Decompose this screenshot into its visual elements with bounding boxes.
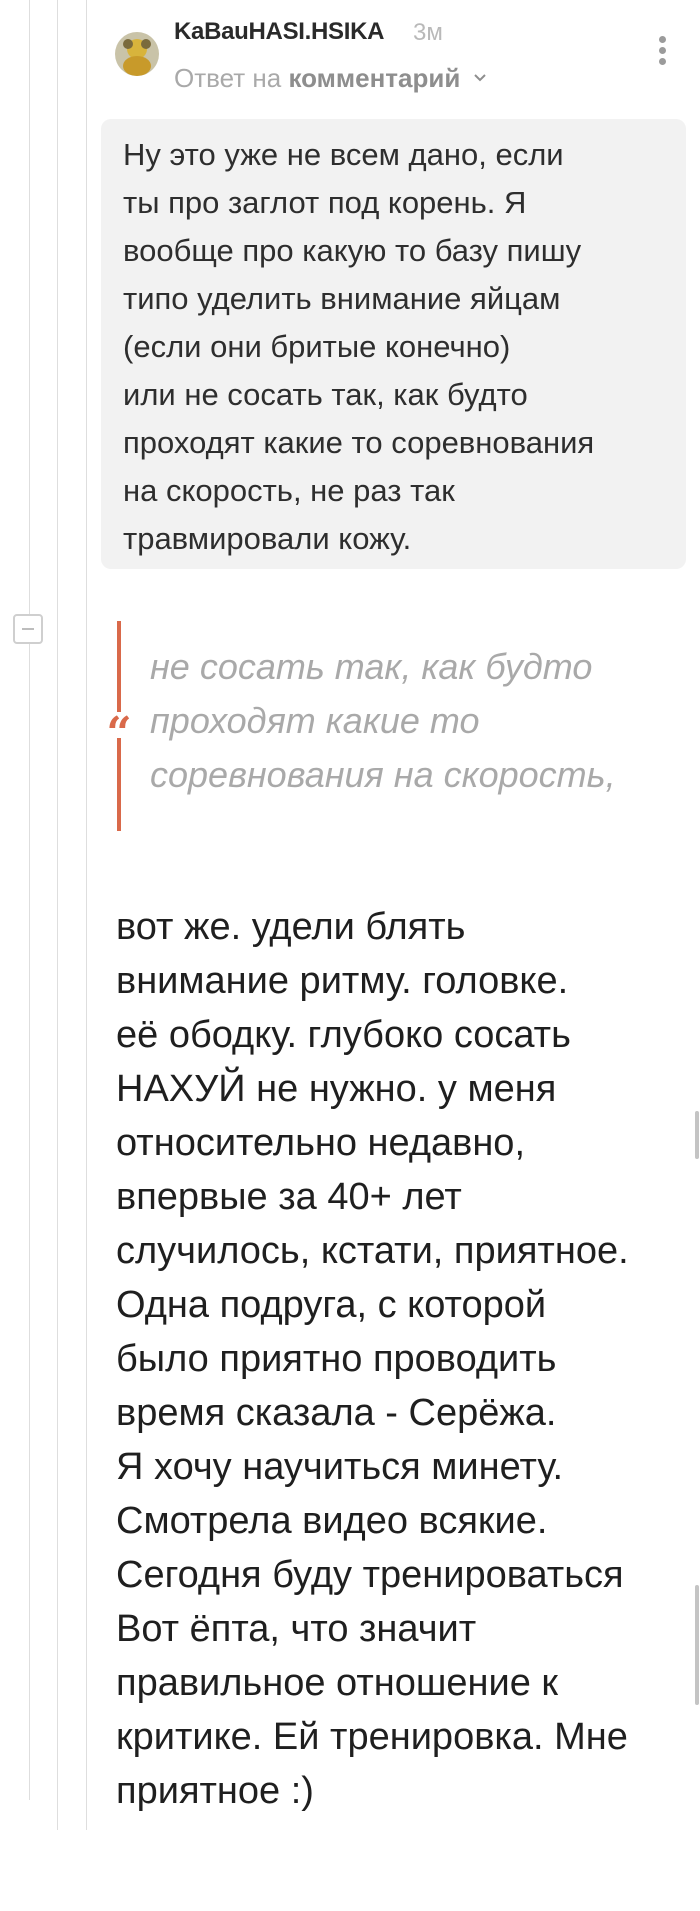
thread-line bbox=[57, 0, 58, 1830]
reply-prefix: Ответ на bbox=[174, 63, 282, 93]
more-vertical-icon[interactable] bbox=[652, 36, 672, 72]
reply-to-link[interactable]: Ответ на комментарий bbox=[174, 63, 488, 94]
avatar-image-icon bbox=[115, 32, 159, 76]
comment-body: вот же. удели блять внимание ритму. голо… bbox=[116, 906, 629, 1812]
comment-time: 3м bbox=[413, 19, 443, 46]
quoted-parent-text: Ну это уже не всем дано, если ты про заг… bbox=[123, 137, 595, 556]
quoted-parent-comment[interactable]: Ну это уже не всем дано, если ты про заг… bbox=[101, 119, 686, 569]
collapse-thread-button[interactable] bbox=[13, 614, 43, 644]
scroll-indicator bbox=[695, 1585, 699, 1705]
comment-author[interactable]: KaBauHASI.HSIKA bbox=[174, 18, 385, 46]
chevron-down-icon bbox=[473, 74, 486, 82]
quote-mark-icon: “ bbox=[106, 708, 132, 759]
scroll-indicator bbox=[695, 1111, 699, 1159]
citation-text: не сосать так, как будто проходят какие … bbox=[150, 646, 616, 795]
thread-line bbox=[29, 0, 30, 1800]
avatar[interactable] bbox=[115, 32, 159, 76]
reply-target: комментарий bbox=[288, 63, 461, 93]
thread-line bbox=[86, 0, 87, 1830]
